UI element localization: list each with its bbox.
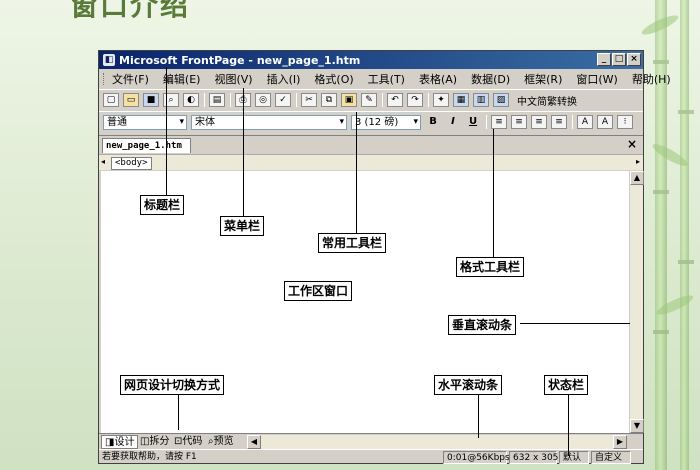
- insert-picture-icon[interactable]: ▨: [493, 93, 509, 107]
- menu-format[interactable]: 格式(O): [314, 71, 353, 87]
- copy-icon[interactable]: ⧉: [321, 93, 337, 107]
- body-tag[interactable]: <body>: [111, 157, 152, 170]
- open-folder-icon[interactable]: ▭: [123, 93, 139, 107]
- align-left-icon[interactable]: ≡: [491, 115, 507, 129]
- italic-button[interactable]: I: [445, 115, 461, 129]
- status-download-time: 0:01@56Kbps: [443, 451, 510, 464]
- web-component-icon[interactable]: ✦: [433, 93, 449, 107]
- close-tab-icon[interactable]: ×: [627, 137, 637, 151]
- undo-icon[interactable]: ↶: [387, 93, 403, 107]
- callout-line: [478, 392, 479, 438]
- callout-line: [356, 112, 357, 234]
- callout-format-toolbar: 格式工具栏: [456, 257, 525, 277]
- new-page-icon[interactable]: ▢: [103, 93, 119, 107]
- paste-icon[interactable]: ▣: [341, 93, 357, 107]
- callout-line: [166, 67, 167, 195]
- scroll-down-icon[interactable]: ▼: [630, 419, 644, 433]
- toolbar-grip[interactable]: [103, 73, 104, 85]
- view-switch-bar: ◨设计 ◫拆分 ⊡代码 ⌕预览 ◀ ▶: [99, 433, 643, 449]
- chevron-right-icon[interactable]: ▸: [636, 157, 640, 166]
- callout-line: [493, 129, 494, 257]
- callout-vscroll: 垂直滚动条: [448, 315, 517, 335]
- scroll-left-icon[interactable]: ◀: [247, 435, 261, 449]
- title-bar[interactable]: ◧ Microsoft FrontPage - new_page_1.htm _…: [99, 51, 643, 69]
- minimize-button[interactable]: _: [597, 53, 611, 66]
- menu-data[interactable]: 数据(D): [471, 71, 510, 87]
- page-icon[interactable]: ▤: [209, 93, 225, 107]
- bold-button[interactable]: B: [425, 115, 441, 129]
- status-mode: 默认: [559, 451, 589, 464]
- chinese-convert-button[interactable]: 中文简繁转换: [517, 93, 577, 108]
- align-center-icon[interactable]: ≡: [511, 115, 527, 129]
- standard-toolbar: ▢ ▭ ■ ⌕ ◐ ▤ ⎙ ◎ ✓ ✂ ⧉ ▣ ✎ ↶ ↷ ✦ ▦ ▥ ▨ 中文…: [99, 89, 643, 110]
- scroll-up-icon[interactable]: ▲: [630, 171, 644, 185]
- menu-bar: 文件(F) 编辑(E) 视图(V) 插入(I) 格式(O) 工具(T) 表格(A…: [99, 70, 671, 88]
- spellcheck-icon[interactable]: ✓: [275, 93, 291, 107]
- status-help-text: 若要获取帮助，请按 F1: [102, 452, 197, 462]
- status-custom: 自定义: [591, 451, 631, 464]
- close-button[interactable]: ×: [627, 53, 641, 66]
- justify-icon[interactable]: ≡: [551, 115, 567, 129]
- callout-line: [520, 323, 630, 324]
- view-preview-button[interactable]: ⌕预览: [205, 435, 237, 449]
- window-title: Microsoft FrontPage - new_page_1.htm: [119, 53, 361, 67]
- quick-tag-bar: ◂ <body> ▸: [99, 154, 643, 170]
- frontpage-app-icon: ◧: [103, 54, 115, 66]
- style-select[interactable]: 普通: [103, 114, 187, 130]
- menu-window[interactable]: 窗口(W): [576, 71, 617, 87]
- view-code-button[interactable]: ⊡代码: [171, 435, 205, 449]
- callout-hscroll: 水平滚动条: [434, 375, 503, 395]
- format-painter-icon[interactable]: ✎: [361, 93, 377, 107]
- menu-view[interactable]: 视图(V): [214, 71, 252, 87]
- insert-table-icon[interactable]: ▦: [453, 93, 469, 107]
- bamboo-decoration: [678, 0, 694, 470]
- increase-font-icon[interactable]: A: [577, 115, 593, 129]
- callout-line: [243, 88, 244, 216]
- underline-button[interactable]: U: [465, 115, 481, 129]
- callout-view-switch: 网页设计切换方式: [120, 375, 225, 395]
- cut-icon[interactable]: ✂: [301, 93, 317, 107]
- scroll-right-icon[interactable]: ▶: [613, 435, 627, 449]
- menu-table[interactable]: 表格(A): [419, 71, 457, 87]
- callout-workarea: 工作区窗口: [284, 281, 353, 301]
- maximize-button[interactable]: □: [612, 53, 626, 66]
- align-right-icon[interactable]: ≡: [531, 115, 547, 129]
- save-icon[interactable]: ■: [143, 93, 159, 107]
- font-select[interactable]: 宋体: [191, 114, 347, 130]
- callout-titlebar: 标题栏: [140, 195, 185, 215]
- frontpage-window: ◧ Microsoft FrontPage - new_page_1.htm _…: [98, 50, 671, 464]
- tab-new-page[interactable]: new_page_1.htm: [102, 138, 191, 153]
- numbering-icon[interactable]: ⁝: [617, 115, 633, 129]
- callout-line: [568, 392, 569, 456]
- format-toolbar: 普通 宋体 3 (12 磅) B I U ≡ ≡ ≡ ≡ A A ⁝: [99, 111, 643, 132]
- chevron-left-icon[interactable]: ◂: [101, 157, 105, 166]
- callout-line: [178, 392, 179, 430]
- redo-icon[interactable]: ↷: [407, 93, 423, 107]
- document-tabs: new_page_1.htm ×: [99, 135, 643, 153]
- menu-help[interactable]: 帮助(H): [632, 71, 671, 87]
- font-size-select[interactable]: 3 (12 磅): [351, 114, 421, 130]
- insert-layer-icon[interactable]: ▥: [473, 93, 489, 107]
- publish-icon[interactable]: ◐: [183, 93, 199, 107]
- menu-insert[interactable]: 插入(I): [267, 71, 301, 87]
- view-split-button[interactable]: ◫拆分: [137, 435, 172, 449]
- decrease-font-icon[interactable]: A: [597, 115, 613, 129]
- menu-frames[interactable]: 框架(R): [524, 71, 562, 87]
- preview-icon[interactable]: ◎: [255, 93, 271, 107]
- menu-edit[interactable]: 编辑(E): [163, 71, 201, 87]
- status-page-size: 632 x 305: [509, 451, 558, 464]
- vertical-scrollbar[interactable]: ▲ ▼: [629, 171, 644, 433]
- callout-standard-toolbar: 常用工具栏: [318, 233, 387, 253]
- status-bar: 若要获取帮助，请按 F1 0:01@56Kbps 632 x 305 默认 自定…: [99, 449, 643, 464]
- slide-title: 窗口介绍: [70, 0, 191, 22]
- horizontal-scrollbar[interactable]: ◀ ▶: [247, 435, 627, 449]
- menu-tools[interactable]: 工具(T): [368, 71, 405, 87]
- callout-menubar: 菜单栏: [220, 216, 265, 236]
- callout-statusbar: 状态栏: [544, 375, 589, 395]
- view-design-button[interactable]: ◨设计: [101, 435, 139, 449]
- menu-file[interactable]: 文件(F): [112, 71, 149, 87]
